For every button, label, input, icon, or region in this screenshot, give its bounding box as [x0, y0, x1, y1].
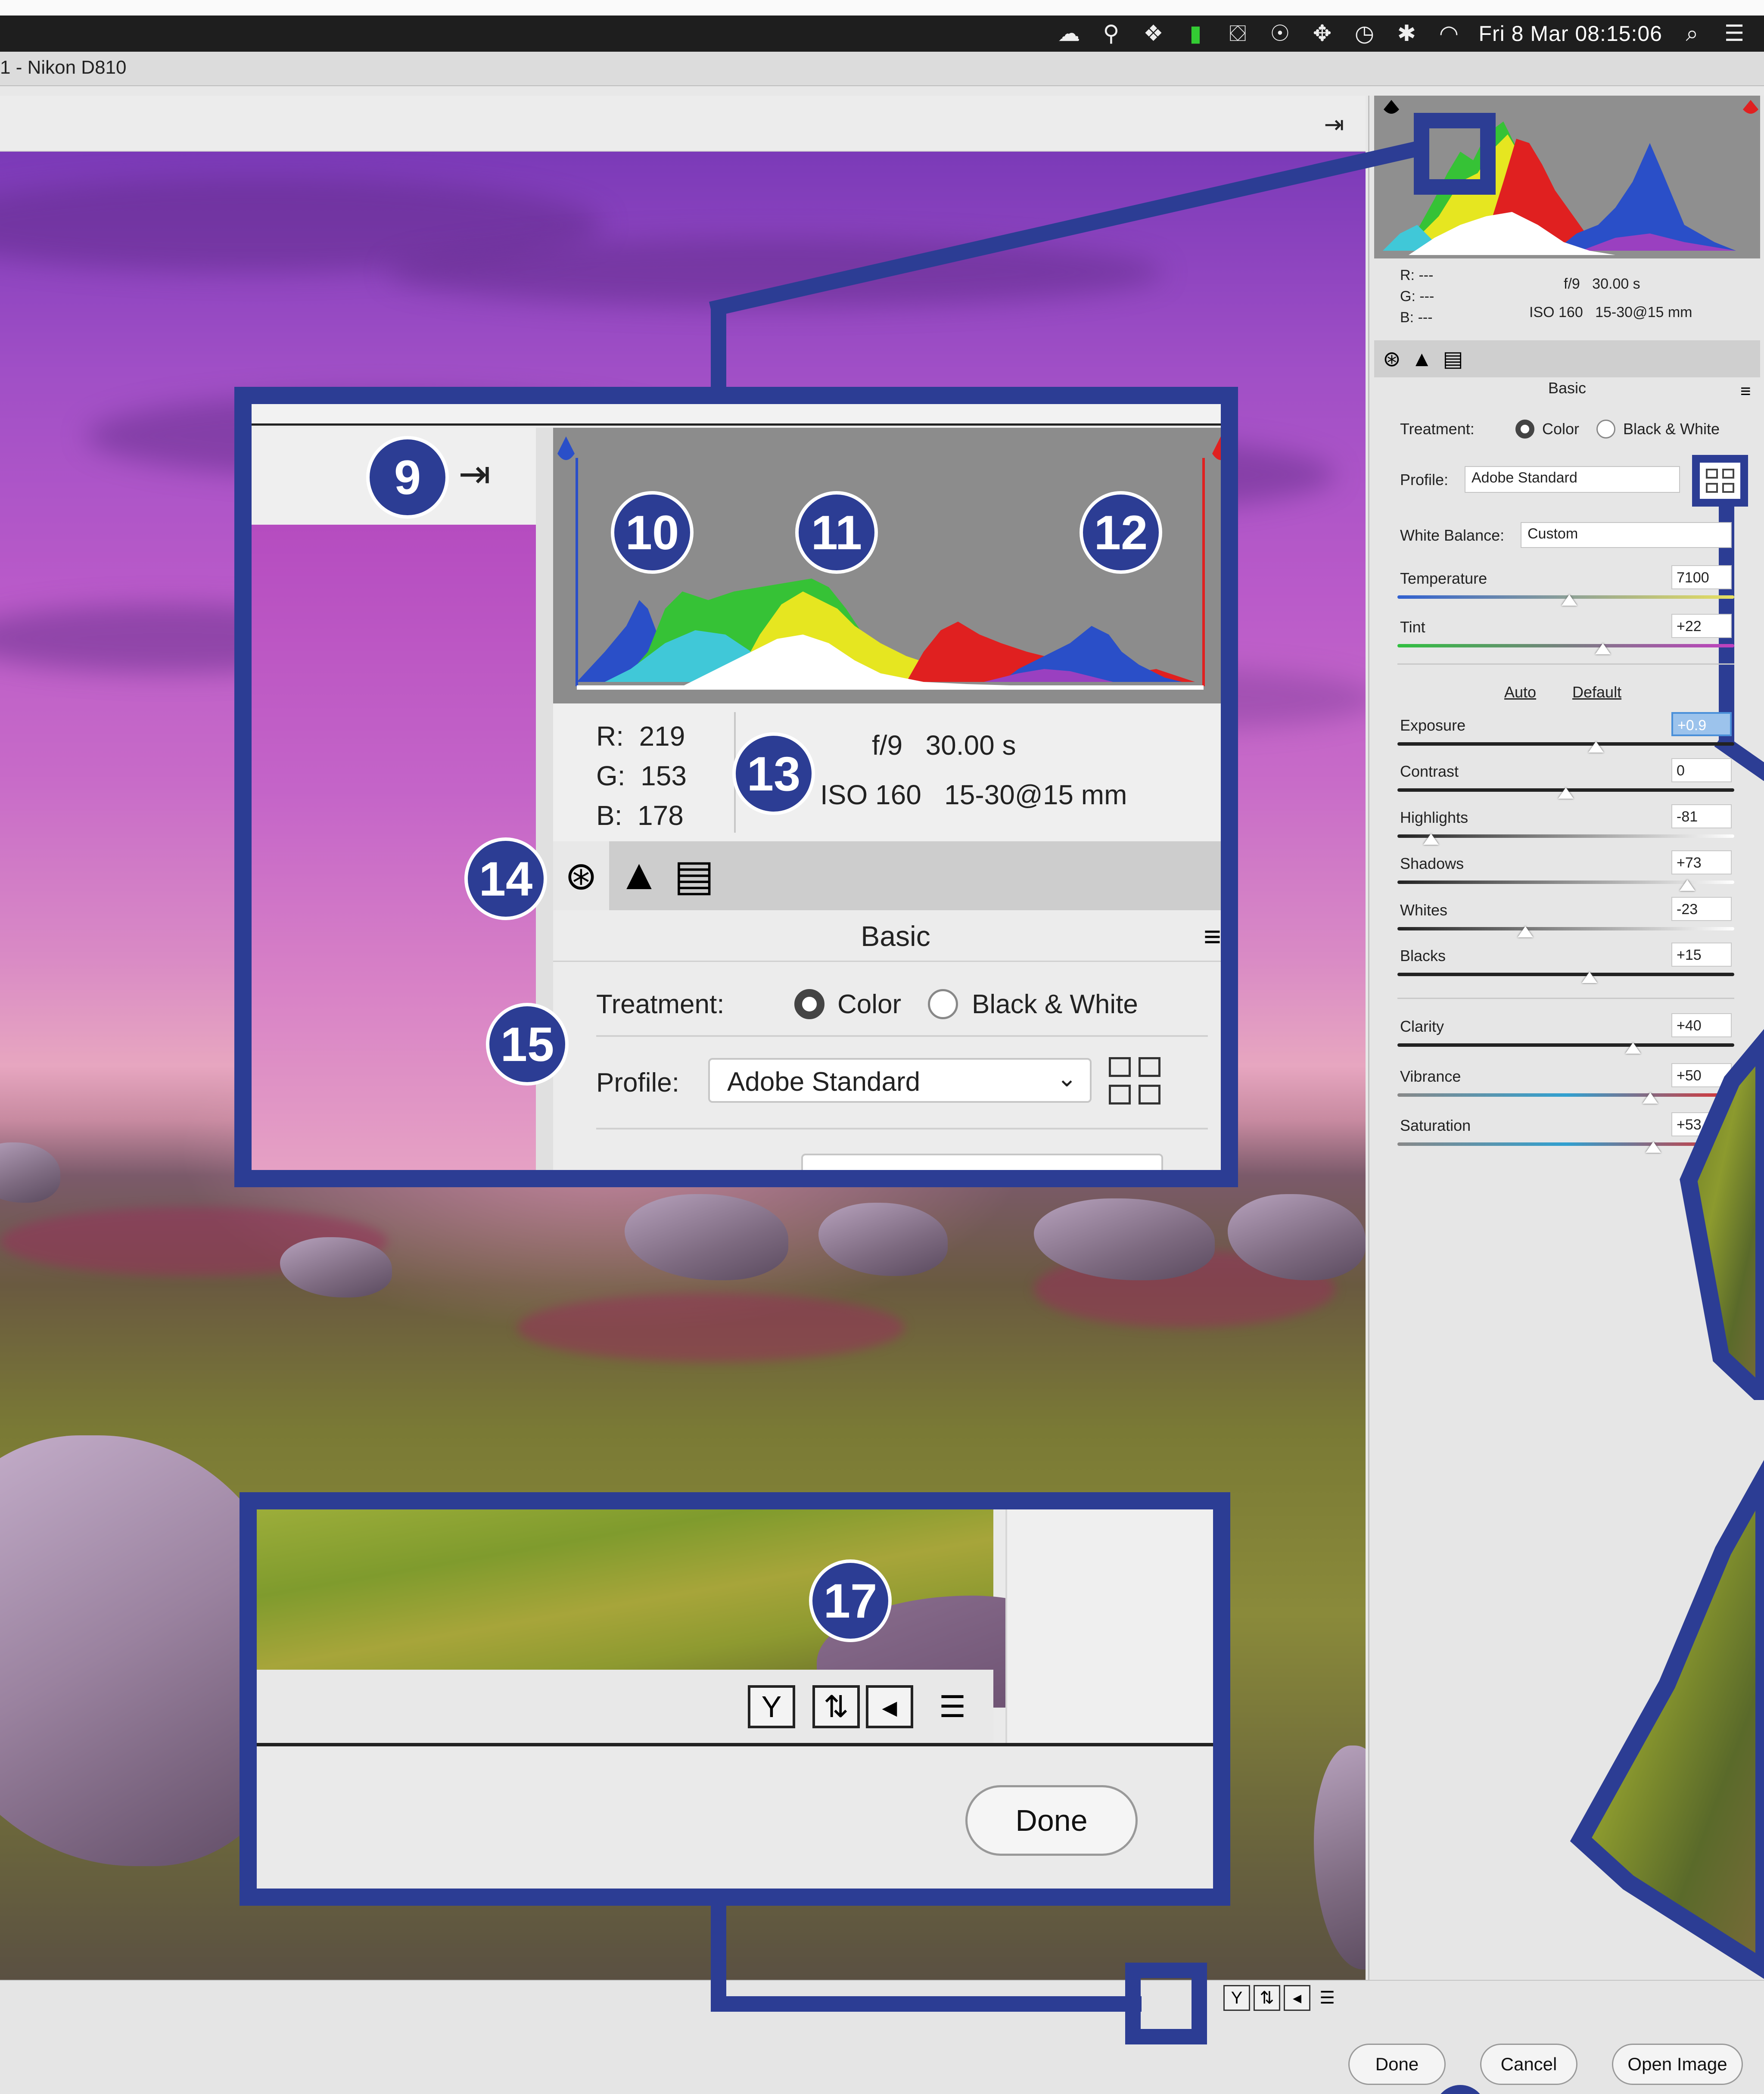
white-balance-label: White Balance: [1400, 526, 1505, 544]
slider-thumb-blacks[interactable] [1581, 972, 1597, 983]
tab-snapshots-icon[interactable]: ▤ [1443, 346, 1463, 371]
slider-track-whites[interactable] [1397, 927, 1734, 930]
auto-link[interactable]: Auto [1504, 683, 1536, 701]
done-button[interactable]: Done [1348, 2044, 1446, 2085]
slider-label-clarity: Clarity [1400, 1017, 1444, 1035]
slider-value-tint[interactable]: +22 [1671, 614, 1732, 638]
zoom-callout-top [234, 387, 1238, 1187]
toggle-settings-icon[interactable]: ☰ [1314, 1985, 1341, 2011]
profile-browser-icon[interactable] [1700, 463, 1740, 499]
b-value: --- [1418, 309, 1433, 326]
slider-label-exposure: Exposure [1400, 716, 1466, 734]
menubar-top-strip [0, 0, 1764, 16]
slider-label-whites: Whites [1400, 901, 1448, 919]
slider-label-vibrance: Vibrance [1400, 1067, 1461, 1085]
open-image-button[interactable]: Open Image [1612, 2044, 1743, 2085]
slider-thumb-tint[interactable] [1595, 643, 1611, 654]
treatment-color-radio[interactable] [1515, 420, 1534, 439]
treatment-label: Treatment: [1400, 420, 1475, 438]
treatment-bw-label: Black & White [1623, 420, 1720, 438]
presentation-icon[interactable]: ⛋ [1225, 21, 1250, 46]
battery-icon[interactable]: ▮ [1183, 21, 1208, 46]
r-label: R: [1400, 267, 1415, 283]
search-icon[interactable]: ⌕ [1680, 21, 1705, 46]
treatment-bw-radio[interactable] [1596, 420, 1615, 439]
tab-presets-icon[interactable]: ▲ [1411, 346, 1433, 371]
zoom-callout-bottom [240, 1492, 1230, 1906]
window-title: 1 - Nikon D810 [0, 57, 127, 78]
copy-settings-icon[interactable]: ◂ [1284, 1985, 1310, 2011]
menubar-clock[interactable]: Fri 8 Mar 08:15:06 [1478, 21, 1662, 46]
slider-track-highlights[interactable] [1397, 834, 1734, 838]
panel-menu-icon[interactable]: ≡ [1740, 381, 1751, 401]
white-balance-select[interactable]: Custom [1521, 522, 1732, 548]
slider-thumb-exposure[interactable] [1588, 741, 1604, 753]
wifi-icon[interactable]: ◠ [1436, 21, 1461, 46]
dropbox-icon[interactable]: ❖ [1141, 21, 1166, 46]
bell-icon[interactable]: ⚲ [1098, 21, 1123, 46]
g-label: G: [1400, 288, 1416, 305]
slider-label-blacks: Blacks [1400, 947, 1446, 965]
treatment-color-label: Color [1542, 420, 1580, 438]
slider-label-highlights: Highlights [1400, 809, 1468, 826]
cancel-button[interactable]: Cancel [1480, 2044, 1577, 2085]
dots-icon[interactable]: ✥ [1310, 21, 1335, 46]
section-title: Basic [1548, 379, 1587, 397]
cloud-sync-icon[interactable]: ☁ [1056, 21, 1081, 46]
tab-edit-basic-icon[interactable]: ⊛ [1383, 346, 1401, 371]
zoom-callout-right [1570, 1029, 1764, 1979]
iso-lens: ISO 160 15-30@15 mm [1529, 304, 1692, 320]
r-value: --- [1419, 267, 1434, 283]
slider-value-blacks[interactable]: +15 [1671, 943, 1732, 967]
slider-label-tint: Tint [1400, 618, 1425, 636]
toolbar-strip [0, 96, 1366, 152]
profile-browser-callout [1692, 455, 1748, 507]
accessibility-icon[interactable]: ☉ [1267, 21, 1292, 46]
list-icon[interactable]: ☰ [1722, 21, 1747, 46]
slider-value-contrast[interactable]: 0 [1671, 758, 1732, 782]
slider-thumb-contrast[interactable] [1558, 787, 1574, 799]
panel-tabs: ⊛ ▲ ▤ [1374, 340, 1760, 377]
window-titlebar: 1 - Nikon D810 [0, 52, 1764, 86]
divider [1397, 998, 1734, 999]
slider-thumb-temperature[interactable] [1561, 594, 1577, 606]
pixel-info: R: --- G: --- B: --- f/9 30.00 s ISO 160… [1374, 263, 1760, 336]
slider-track-tint[interactable] [1397, 644, 1734, 647]
toolbar-callout-box [1125, 1963, 1207, 2044]
profile-label: Profile: [1400, 471, 1449, 488]
default-link[interactable]: Default [1572, 683, 1621, 701]
aperture-shutter: f/9 30.00 s [1564, 276, 1640, 292]
slider-value-whites[interactable]: -23 [1671, 897, 1732, 921]
menubar: ☁ ⚲ ❖ ▮ ⛋ ☉ ✥ ◷ ✱ ◠ Fri 8 Mar 08:15:06 ⌕… [0, 16, 1764, 52]
profile-select[interactable]: Adobe Standard [1465, 466, 1680, 493]
callout-connector [711, 1891, 726, 2012]
b-label: B: [1400, 309, 1414, 326]
slider-thumb-shadows[interactable] [1679, 880, 1695, 891]
slider-label-temperature: Temperature [1400, 569, 1487, 587]
slider-track-exposure[interactable] [1397, 742, 1734, 746]
slider-value-temperature[interactable]: 7100 [1671, 565, 1732, 589]
view-toolbar: Y ⇅ ◂ ☰ [1223, 1985, 1341, 2011]
time-machine-icon[interactable]: ◷ [1352, 21, 1377, 46]
slider-value-highlights[interactable]: -81 [1671, 804, 1732, 828]
slider-label-shadows: Shadows [1400, 855, 1464, 872]
slider-thumb-whites[interactable] [1518, 926, 1534, 937]
bluetooth-icon[interactable]: ✱ [1394, 21, 1419, 46]
before-after-icon[interactable]: Y [1223, 1985, 1250, 2011]
swap-settings-icon[interactable]: ⇅ [1254, 1985, 1280, 2011]
slider-value-exposure[interactable]: +0.9 [1671, 712, 1732, 736]
fullscreen-exit-icon[interactable]: ⇥ [1319, 111, 1349, 138]
slider-value-shadows[interactable]: +73 [1671, 850, 1732, 874]
divider [1397, 663, 1734, 665]
slider-label-contrast: Contrast [1400, 762, 1459, 780]
slider-track-blacks[interactable] [1397, 973, 1734, 976]
g-value: --- [1419, 288, 1434, 305]
slider-thumb-highlights[interactable] [1423, 834, 1439, 845]
callout-connector [711, 1996, 1142, 2012]
rgb-labels: R: --- G: --- B: --- [1400, 267, 1434, 326]
slider-label-saturation: Saturation [1400, 1117, 1471, 1134]
